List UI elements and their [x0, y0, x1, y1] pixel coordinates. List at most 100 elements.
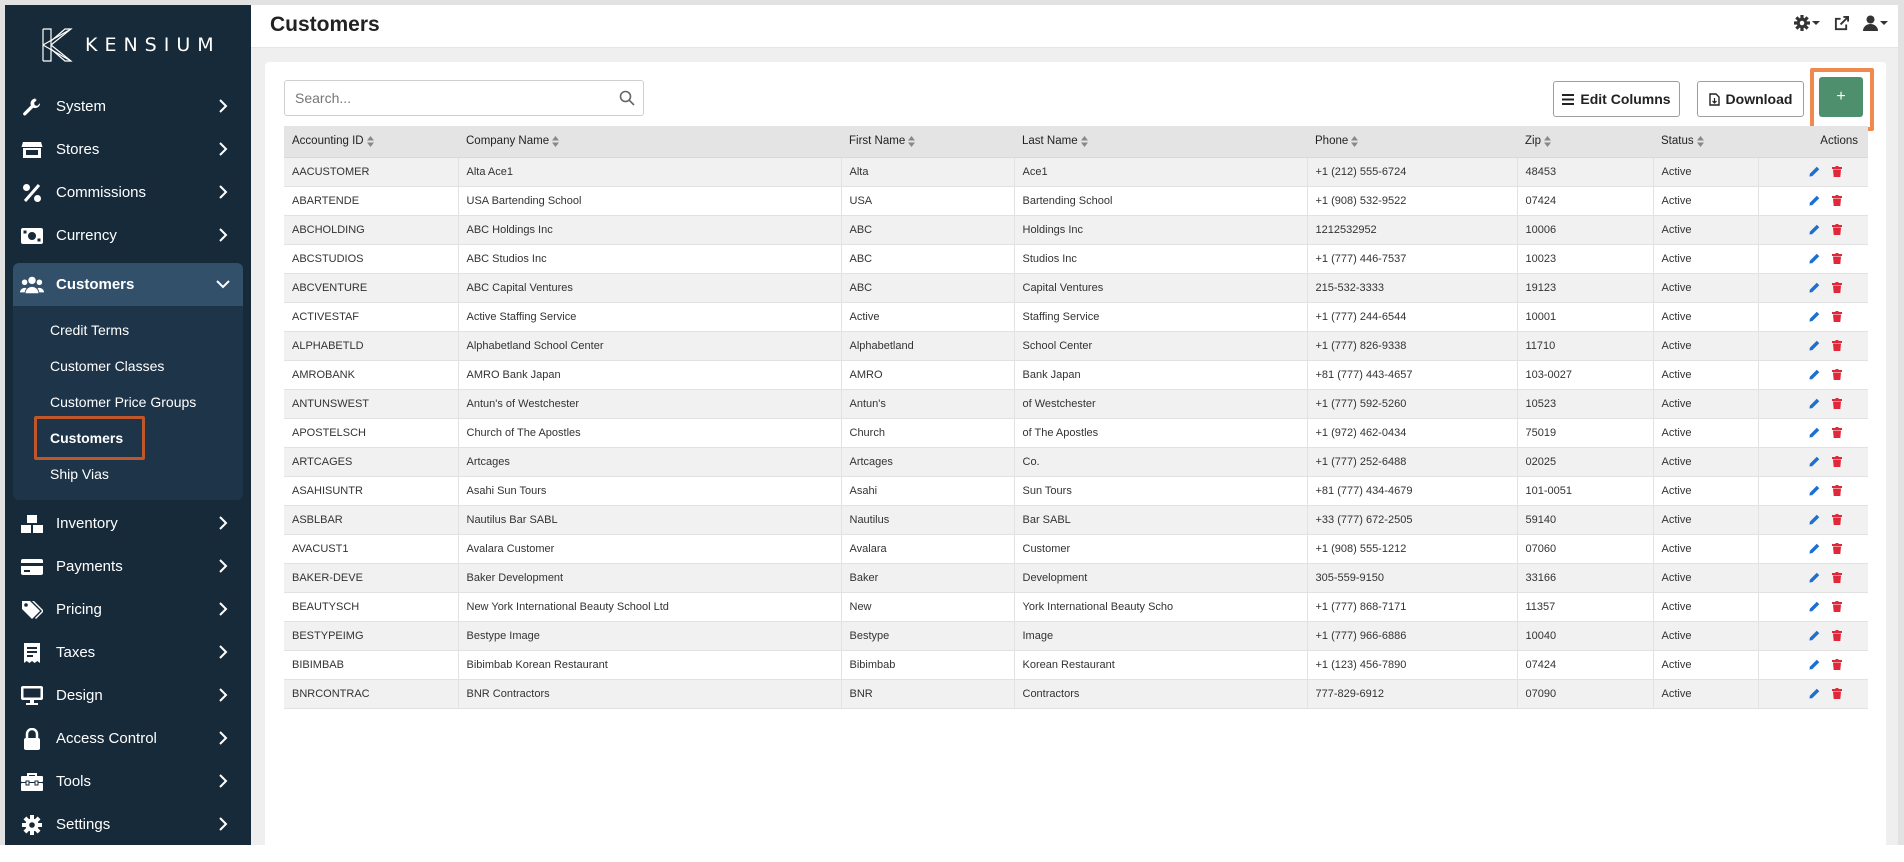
column-header-last-name[interactable]: Last Name [1014, 126, 1307, 158]
delete-button[interactable] [1831, 485, 1842, 496]
edit-button[interactable] [1808, 253, 1820, 264]
delete-button[interactable] [1831, 369, 1842, 380]
column-header-status[interactable]: Status [1653, 126, 1758, 158]
edit-button[interactable] [1808, 282, 1820, 293]
delete-button[interactable] [1831, 456, 1842, 467]
edit-button[interactable] [1808, 485, 1820, 496]
trash-icon [1831, 427, 1842, 438]
download-button[interactable]: Download [1697, 81, 1804, 117]
settings-dropdown[interactable] [1794, 15, 1820, 31]
sidebar-item-settings[interactable]: Settings [5, 803, 251, 846]
user-dropdown[interactable] [1863, 15, 1888, 31]
edit-button[interactable] [1808, 369, 1820, 380]
edit-button[interactable] [1808, 398, 1820, 409]
edit-button[interactable] [1808, 572, 1820, 583]
table-row[interactable]: BNRCONTRAC BNR Contractors BNR Contractors 7… [284, 679, 1868, 709]
sidebar-item-system[interactable]: System [5, 85, 251, 128]
credit-card-icon [20, 556, 44, 578]
delete-button[interactable] [1831, 572, 1842, 583]
cell-zip: 07090 [1517, 679, 1654, 709]
sidebar-item-inventory[interactable]: Inventory [5, 502, 251, 545]
sidebar-item-stores[interactable]: Stores [5, 128, 251, 171]
delete-button[interactable] [1831, 514, 1842, 525]
sidebar-item-customers[interactable]: Customers [13, 263, 243, 306]
external-link-button[interactable] [1834, 15, 1849, 31]
table-row[interactable]: ABCVENTURE ABC Capital Ventures ABC Capital… [284, 273, 1868, 303]
sidebar-item-pricing[interactable]: Pricing [5, 588, 251, 631]
table-row[interactable]: ASAHISUNTR Asahi Sun Tours Asahi Sun Tours +… [284, 476, 1868, 506]
table-row[interactable]: BESTYPEIMG Bestype Image Bestype Image +1 (7… [284, 621, 1868, 651]
cell-actions [1758, 215, 1868, 245]
edit-button[interactable] [1808, 514, 1820, 525]
table-row[interactable]: BEAUTYSCH New York International Beauty S… [284, 592, 1868, 622]
edit-button[interactable] [1808, 224, 1820, 235]
edit-button[interactable] [1808, 311, 1820, 322]
sidebar-item-taxes[interactable]: Taxes [5, 631, 251, 674]
edit-button[interactable] [1808, 601, 1820, 612]
edit-button[interactable] [1808, 659, 1820, 670]
sidebar-item-payments[interactable]: Payments [5, 545, 251, 588]
delete-button[interactable] [1831, 224, 1842, 235]
table-row[interactable]: ABARTENDE USA Bartending School USA Bartend… [284, 186, 1868, 216]
submenu-item-customers[interactable]: Customers [13, 416, 243, 460]
delete-button[interactable] [1831, 340, 1842, 351]
edit-button[interactable] [1808, 543, 1820, 554]
table-row[interactable]: ANTUNSWEST Antun's of Westchester Antun's o… [284, 389, 1868, 419]
table-row[interactable]: ARTCAGES Artcages Artcages Co. +1 (777) 252-… [284, 447, 1868, 477]
table-row[interactable]: AVACUST1 Avalara Customer Avalara Customer +… [284, 534, 1868, 564]
edit-columns-button[interactable]: Edit Columns [1553, 81, 1680, 117]
column-header-first-name[interactable]: First Name [841, 126, 1014, 158]
submenu-item-customer-price-groups[interactable]: Customer Price Groups [13, 384, 243, 420]
edit-button[interactable] [1808, 427, 1820, 438]
delete-button[interactable] [1831, 659, 1842, 670]
delete-button[interactable] [1831, 398, 1842, 409]
delete-button[interactable] [1831, 195, 1842, 206]
main-content: Edit Columns Download + Accounting ID Co… [251, 48, 1898, 862]
edit-button[interactable] [1808, 340, 1820, 351]
column-header-zip[interactable]: Zip [1517, 126, 1653, 158]
table-row[interactable]: AMROBANK AMRO Bank Japan AMRO Bank Japan +81… [284, 360, 1868, 390]
sidebar-item-tools[interactable]: Tools [5, 760, 251, 803]
table-row[interactable]: AACUSTOMER Alta Ace1 Alta Ace1 +1 (212) 555-… [284, 157, 1868, 187]
cell-status: Active [1653, 679, 1759, 709]
table-row[interactable]: ACTIVESTAF Active Staffing Service Active S… [284, 302, 1868, 332]
sidebar-item-commissions[interactable]: Commissions [5, 171, 251, 214]
cell-actions [1758, 476, 1868, 506]
delete-button[interactable] [1831, 427, 1842, 438]
table-row[interactable]: ALPHABETLD Alphabetland School Center Alph… [284, 331, 1868, 361]
add-customer-button[interactable]: + [1819, 77, 1863, 117]
delete-button[interactable] [1831, 166, 1842, 177]
sidebar-item-access-control[interactable]: Access Control [5, 717, 251, 760]
edit-button[interactable] [1808, 630, 1820, 641]
edit-button[interactable] [1808, 195, 1820, 206]
table-row[interactable]: BIBIMBAB Bibimbab Korean Restaurant Bibimb… [284, 650, 1868, 680]
sidebar-item-design[interactable]: Design [5, 674, 251, 717]
submenu-item-credit-terms[interactable]: Credit Terms [13, 312, 243, 348]
delete-button[interactable] [1831, 311, 1842, 322]
table-row[interactable]: ABCSTUDIOS ABC Studios Inc ABC Studios Inc +… [284, 244, 1868, 274]
cell-phone: +1 (908) 555-1212 [1307, 534, 1518, 564]
cell-status: Active [1653, 650, 1759, 680]
delete-button[interactable] [1831, 630, 1842, 641]
edit-button[interactable] [1808, 456, 1820, 467]
submenu-item-ship-vias[interactable]: Ship Vias [13, 456, 243, 492]
edit-button[interactable] [1808, 166, 1820, 177]
column-header-phone[interactable]: Phone [1307, 126, 1517, 158]
delete-button[interactable] [1831, 282, 1842, 293]
table-row[interactable]: BAKER-DEVE Baker Development Baker Developm… [284, 563, 1868, 593]
table-row[interactable]: APOSTELSCH Church of The Apostles Church of… [284, 418, 1868, 448]
delete-button[interactable] [1831, 601, 1842, 612]
sidebar-item-currency[interactable]: Currency [5, 214, 251, 257]
search-icon [619, 90, 635, 106]
table-row[interactable]: ASBLBAR Nautilus Bar SABL Nautilus Bar SABL… [284, 505, 1868, 535]
submenu-item-customer-classes[interactable]: Customer Classes [13, 348, 243, 384]
column-header-company-name[interactable]: Company Name [458, 126, 841, 158]
edit-button[interactable] [1808, 688, 1820, 699]
delete-button[interactable] [1831, 688, 1842, 699]
search-input[interactable] [285, 81, 643, 115]
pencil-icon [1808, 340, 1819, 351]
table-row[interactable]: ABCHOLDING ABC Holdings Inc ABC Holdings In… [284, 215, 1868, 245]
column-header-accounting-id[interactable]: Accounting ID [284, 126, 458, 158]
delete-button[interactable] [1831, 253, 1842, 264]
delete-button[interactable] [1831, 543, 1842, 554]
